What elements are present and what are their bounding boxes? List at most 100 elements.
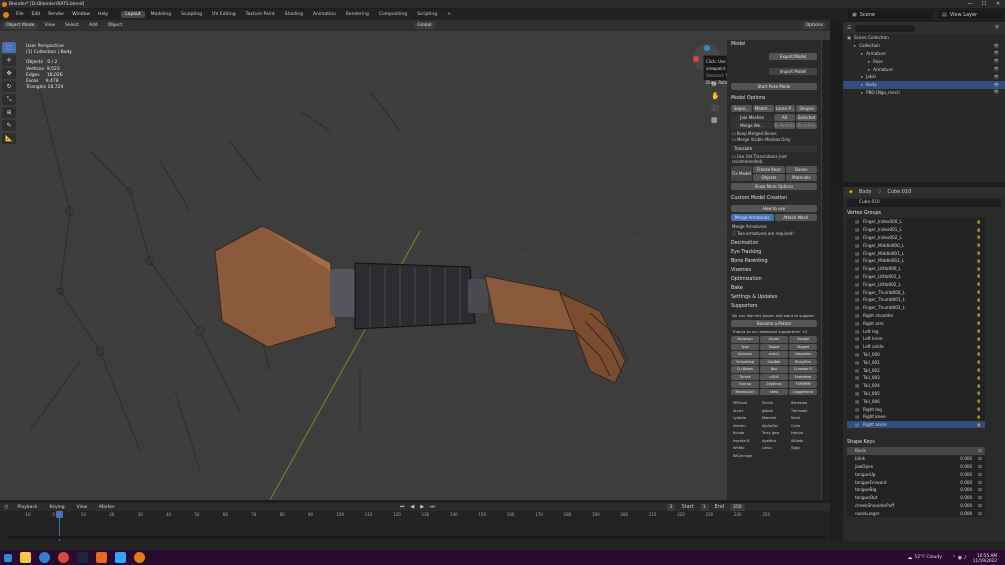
menu-edit[interactable]: Edit [29, 12, 44, 17]
tab-layout[interactable]: Layout [121, 11, 145, 18]
show-more-options-button[interactable]: Show More Options [731, 183, 817, 190]
transform-tool-icon[interactable]: ⊕ [2, 107, 16, 118]
supporter-link[interactable]: Alerrim [731, 423, 759, 430]
supporter-button[interactable]: Alcron [760, 336, 788, 343]
optimization-header[interactable]: Optimization [727, 275, 821, 284]
merge-to-parents-button[interactable]: To Parents [774, 122, 795, 129]
play-reverse-icon[interactable]: ◀ [410, 504, 414, 510]
custom-model-header[interactable]: Custom Model Creation [727, 194, 821, 203]
supporter-link[interactable]: Whitto [731, 445, 759, 452]
lock-icon[interactable]: 🔒 [977, 399, 981, 403]
supporter-button[interactable]: Catgolem [789, 351, 817, 358]
expand-arrow-icon[interactable]: ▸ [854, 43, 856, 48]
lock-icon[interactable]: 🔒 [977, 220, 981, 224]
system-tray-icons[interactable]: ⌃ ◉ ♪ [952, 555, 967, 561]
vertex-group-row[interactable]: ▤ Tail_003 🔒 [847, 374, 985, 382]
shape-key-checkbox[interactable]: ☑ [978, 487, 982, 492]
decimation-header[interactable]: Decimation [727, 239, 821, 248]
vertex-group-row[interactable]: ▤ Right knee 🔒 [847, 413, 985, 421]
tab-uv-editing[interactable]: UV Editing [208, 11, 239, 18]
lock-icon[interactable]: 🔒 [977, 298, 981, 302]
supporter-link[interactable]: gaboo [760, 408, 788, 415]
supporter-link[interactable]: AlphaGal [760, 423, 788, 430]
supporter-button[interactable]: Google [789, 336, 817, 343]
photoshop-icon[interactable] [115, 552, 126, 563]
windows-start-icon[interactable] [4, 553, 12, 562]
vertex-group-row[interactable]: ▤ Finger_Middle002_L 🔒 [847, 257, 985, 265]
bake-header[interactable]: Bake [727, 284, 821, 293]
vertex-group-row[interactable]: ▤ Right shoulder 🔒 [847, 312, 985, 320]
shape-key-value[interactable]: 0.000 [960, 495, 972, 500]
visemes-header[interactable]: Visemes [727, 266, 821, 275]
shape-key-checkbox[interactable]: ☑ [978, 495, 982, 500]
supporter-button[interactable]: VirtualSeb [731, 358, 759, 365]
supporter-button[interactable]: Topper [760, 343, 788, 350]
gizmo-x-axis-icon[interactable] [693, 56, 699, 62]
tab-animation[interactable]: Animation [309, 11, 340, 18]
vertex-group-row[interactable]: ▤ Finger_Little002_L 🔒 [847, 280, 985, 288]
supporter-link[interactable]: Lydesia [731, 415, 759, 422]
supporter-link[interactable]: Manerel [760, 415, 788, 422]
model-section-header[interactable]: Model [727, 40, 821, 49]
shape-key-checkbox[interactable]: ☑ [978, 511, 982, 516]
lock-icon[interactable]: 🔒 [977, 313, 981, 317]
supporter-button[interactable]: D.I.Bates [731, 366, 759, 373]
cursor-tool-icon[interactable]: ✛ [2, 55, 16, 66]
vertex-group-row[interactable]: ▤ Finger_Middle001_L 🔒 [847, 249, 985, 257]
end-frame-field[interactable]: 250 [730, 503, 745, 511]
outliner-row[interactable]: ▸ PBO (Ngo_mech 👁 [843, 89, 1005, 97]
minimize-button[interactable]: — [963, 0, 977, 8]
lock-icon[interactable]: 🔒 [977, 282, 981, 286]
object-mode-dropdown[interactable]: Object Mode [3, 22, 38, 29]
start-pose-mode-button[interactable]: Start Pose Mode [731, 83, 817, 90]
shape-key-checkbox[interactable]: ☑ [978, 456, 982, 461]
scale-tool-icon[interactable]: ⤡ [2, 94, 16, 105]
shape-key-checkbox[interactable]: ☑ [978, 464, 982, 469]
menu-playback[interactable]: Playback [14, 505, 40, 510]
shape-key-value[interactable]: 0.000 [960, 503, 972, 508]
move-tool-icon[interactable]: ✥ [2, 68, 16, 79]
menu-view[interactable]: View [41, 23, 58, 28]
model-options-header[interactable]: Model Options [727, 94, 821, 103]
freeze-keys-button[interactable]: Freeze Keys [753, 166, 785, 173]
visibility-eye-icon[interactable]: 👁 [994, 50, 999, 56]
supporter-link[interactable]: Iroerita R. [731, 438, 759, 445]
jump-end-icon[interactable]: ⏭ [430, 504, 435, 510]
expand-arrow-icon[interactable]: ▸ [868, 59, 870, 64]
outliner-display-mode-icon[interactable]: ☰ [847, 25, 851, 31]
outliner-row[interactable]: ▸ Body 👁 [843, 80, 1005, 89]
visibility-eye-icon[interactable]: 👁 [994, 82, 999, 88]
shape-key-checkbox[interactable]: ☑ [978, 480, 982, 485]
camera-view-icon[interactable]: 🎥 [711, 104, 721, 116]
outliner-row[interactable]: ▸ Armature 👁 [843, 50, 1005, 58]
supporter-button[interactable]: Crimson P. [789, 366, 817, 373]
vertex-group-row[interactable]: ▤ Right leg 🔒 [847, 405, 985, 413]
editor-type-icon[interactable]: ◷ [4, 504, 8, 510]
attach-mesh-tab[interactable]: Attach Mesh [774, 214, 817, 221]
shape-key-row[interactable]: cheekShoulderPuff 0.000 ☑ [847, 502, 985, 510]
supporter-button[interactable]: GodBot [760, 358, 788, 365]
separate-loose-button[interactable]: Loose P... [774, 105, 796, 112]
tab-scripting[interactable]: Scripting [413, 11, 441, 18]
lock-icon[interactable]: 🔒 [977, 329, 981, 333]
measure-tool-icon[interactable]: 📐 [2, 133, 16, 144]
separate-button[interactable]: Separ... [731, 105, 752, 112]
supporter-link[interactable]: BKCarnage [731, 453, 759, 460]
shape-key-value[interactable]: 0.000 [960, 456, 972, 461]
bones-button[interactable]: Bones [785, 166, 817, 173]
scene-selector[interactable]: ▣ Scene [848, 10, 933, 19]
vertex-groups-list[interactable]: ▤ Finger_Index000_L 🔒 ▤ Finger_Index001_L 🔒 ▤ F… [847, 218, 985, 428]
supporter-link[interactable]: Curio [789, 423, 817, 430]
gizmo-z-axis-icon[interactable] [704, 45, 710, 51]
filter-icon[interactable]: ⧩ [995, 25, 999, 31]
expand-arrow-icon[interactable]: ▸ [868, 67, 870, 72]
outliner-row[interactable]: ▸ Armature 👁 [843, 65, 1005, 73]
lock-icon[interactable]: 🔒 [977, 251, 981, 255]
outliner-search-field[interactable] [855, 24, 916, 32]
visibility-eye-icon[interactable]: 👁 [994, 74, 999, 80]
shape-key-row[interactable]: tongueOut 0.000 ☑ [847, 494, 985, 502]
vertex-group-row[interactable]: ▤ Finger_Little000_L 🔒 [847, 265, 985, 273]
transform-orientation-dropdown[interactable]: Global [414, 22, 435, 29]
supporter-button[interactable]: Xeverian [731, 336, 759, 343]
add-workspace-button[interactable]: + [443, 11, 455, 18]
